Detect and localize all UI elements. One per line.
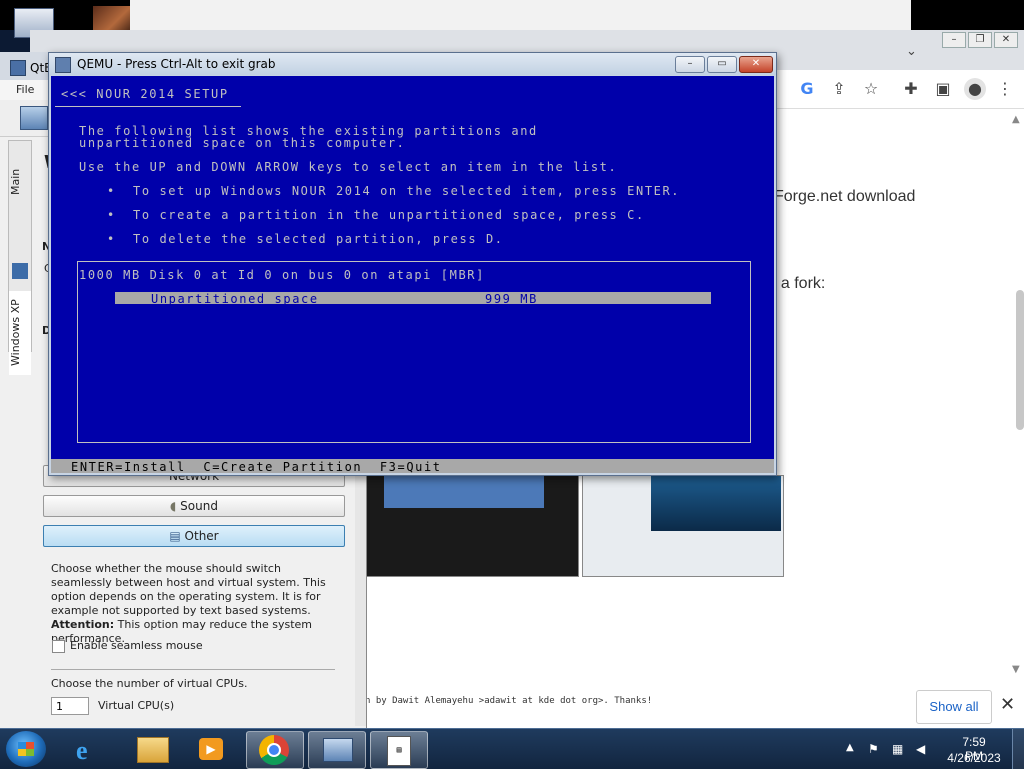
computer-icon [323, 738, 353, 762]
qemu-title-bar: QEMU - Press Ctrl-Alt to exit grab – ▭ ✕ [49, 53, 776, 75]
cpu-count-spinbox[interactable]: 1 [51, 697, 89, 715]
extensions-puzzle-icon[interactable]: ✚ [900, 78, 922, 100]
screenshot-thumbnail-1[interactable] [365, 475, 579, 577]
maximize-button[interactable]: ❐ [968, 32, 992, 48]
scroll-up-arrow-icon[interactable]: ▲ [1012, 114, 1020, 125]
intro-line-2: unpartitioned space on this computer. [79, 136, 406, 150]
partition-list-box [77, 261, 751, 443]
chrome-icon [259, 735, 289, 765]
bullet-enter: To set up Windows NOUR 2014 on the selec… [133, 184, 681, 198]
partition-size: 999 MB [485, 292, 538, 306]
instructions: Use the UP and DOWN ARROW keys to select… [79, 160, 618, 174]
page-footer-text: n by Dawit Alemayehu >adawit at kde dot … [365, 696, 653, 706]
network-icon[interactable]: ▦ [892, 742, 903, 756]
qemu-title: QEMU - Press Ctrl-Alt to exit grab [77, 57, 276, 71]
bullet-marker-1: • [107, 184, 116, 198]
clock-date[interactable]: 4/26/2023 [945, 751, 1003, 765]
folder-icon [137, 737, 169, 763]
seamless-mouse-checkbox[interactable] [52, 640, 65, 653]
tab-windows-xp[interactable]: Windows XP [9, 291, 31, 375]
attention-label: Attention: [51, 618, 115, 631]
taskbar-qtemu[interactable] [308, 731, 366, 769]
show-all-button[interactable]: Show all [916, 690, 992, 724]
background-window-strip [130, 0, 911, 30]
more-menu-icon[interactable]: ⋮ [994, 78, 1016, 100]
bookmark-star-icon[interactable]: ☆ [860, 78, 882, 100]
media-player-icon: ▶ [199, 738, 223, 760]
screenshot-thumbnail-2[interactable] [582, 475, 784, 577]
action-center-flag-icon[interactable]: ⚑ [868, 742, 879, 756]
seamless-mouse-label[interactable]: Enable seamless mouse [70, 639, 203, 652]
speaker-icon: ◖ [170, 499, 177, 513]
bullet-delete: To delete the selected partition, press … [133, 232, 504, 246]
show-hidden-icons-arrow-icon[interactable]: ▲ [846, 742, 854, 753]
chevron-down-icon[interactable]: ⌄ [906, 44, 917, 59]
close-button[interactable]: ✕ [994, 32, 1018, 48]
taskbar-file-explorer[interactable] [124, 731, 180, 767]
page-text-download[interactable]: Forge.net download [774, 188, 915, 206]
page-text-fork: t a fork: [772, 275, 826, 292]
internet-explorer-icon: e [76, 736, 88, 765]
tab-main[interactable]: Main [9, 147, 31, 217]
qemu-icon: ▤ [387, 736, 411, 766]
other-button-label: Other [184, 529, 219, 543]
minimize-button[interactable]: – [942, 32, 966, 48]
other-icon: ▤ [169, 529, 181, 543]
start-button[interactable] [6, 731, 46, 767]
share-icon[interactable]: ⇪ [828, 78, 850, 100]
taskbar-media-player[interactable]: ▶ [184, 731, 240, 767]
description-text: Choose whether the mouse should switch s… [51, 562, 326, 617]
scroll-down-arrow-icon[interactable]: ▼ [1012, 664, 1020, 675]
downloads-close-icon[interactable]: ✕ [1000, 694, 1015, 715]
computer-icon[interactable] [20, 106, 48, 130]
qemu-close-button[interactable]: ✕ [739, 56, 773, 73]
taskbar-qemu[interactable]: ▤ [370, 731, 428, 769]
bullet-marker-2: • [107, 208, 116, 222]
setup-screen[interactable]: <<< NOUR 2014 SETUP The following list s… [51, 76, 774, 474]
taskbar-chrome[interactable] [246, 731, 304, 769]
qemu-maximize-button[interactable]: ▭ [707, 56, 737, 73]
separator [51, 669, 335, 670]
taskbar-internet-explorer[interactable]: e [62, 731, 118, 767]
qtemu-app-icon [10, 60, 26, 76]
header-underline [55, 106, 241, 107]
show-desktop-button[interactable] [1012, 729, 1024, 769]
cpu-count-label: Virtual CPU(s) [98, 699, 175, 712]
setup-header: <<< NOUR 2014 SETUP [61, 87, 229, 101]
sound-button-label: Sound [180, 499, 218, 513]
google-icon[interactable]: G [796, 78, 818, 100]
disk-line: 1000 MB Disk 0 at Id 0 on bus 0 on atapi… [79, 268, 485, 282]
volume-muted-icon[interactable]: ◀ [916, 742, 925, 756]
bullet-create: To create a partition in the unpartition… [133, 208, 645, 222]
qemu-window: QEMU - Press Ctrl-Alt to exit grab – ▭ ✕… [48, 52, 777, 476]
cpu-description: Choose the number of virtual CPUs. [51, 677, 248, 690]
vertical-tab-bar: Main Windows XP [8, 140, 32, 375]
menu-file[interactable]: File [16, 83, 34, 96]
partition-name: Unpartitioned space [151, 292, 319, 306]
side-panel-icon[interactable]: ▣ [932, 78, 954, 100]
taskbar: e ▶ ▤ ▲ ⚑ ▦ ◀ 7:59 PM 4/26/2023 [0, 728, 1024, 769]
windows-logo-icon [18, 742, 34, 756]
mouse-option-description: Choose whether the mouse should switch s… [51, 562, 336, 646]
status-bar-text: ENTER=Install C=Create Partition F3=Quit [71, 460, 442, 474]
sound-button[interactable]: ◖ Sound [43, 495, 345, 517]
qemu-app-icon [55, 57, 71, 73]
chrome-window-buttons: – ❐ ✕ [942, 32, 1018, 48]
page-scrollbar-thumb[interactable] [1016, 290, 1024, 430]
other-button[interactable]: ▤ Other [43, 525, 345, 547]
qemu-minimize-button[interactable]: – [675, 56, 705, 73]
computer-icon-small [12, 263, 28, 279]
bullet-marker-3: • [107, 232, 116, 246]
profile-avatar-icon[interactable]: ● [964, 78, 986, 100]
